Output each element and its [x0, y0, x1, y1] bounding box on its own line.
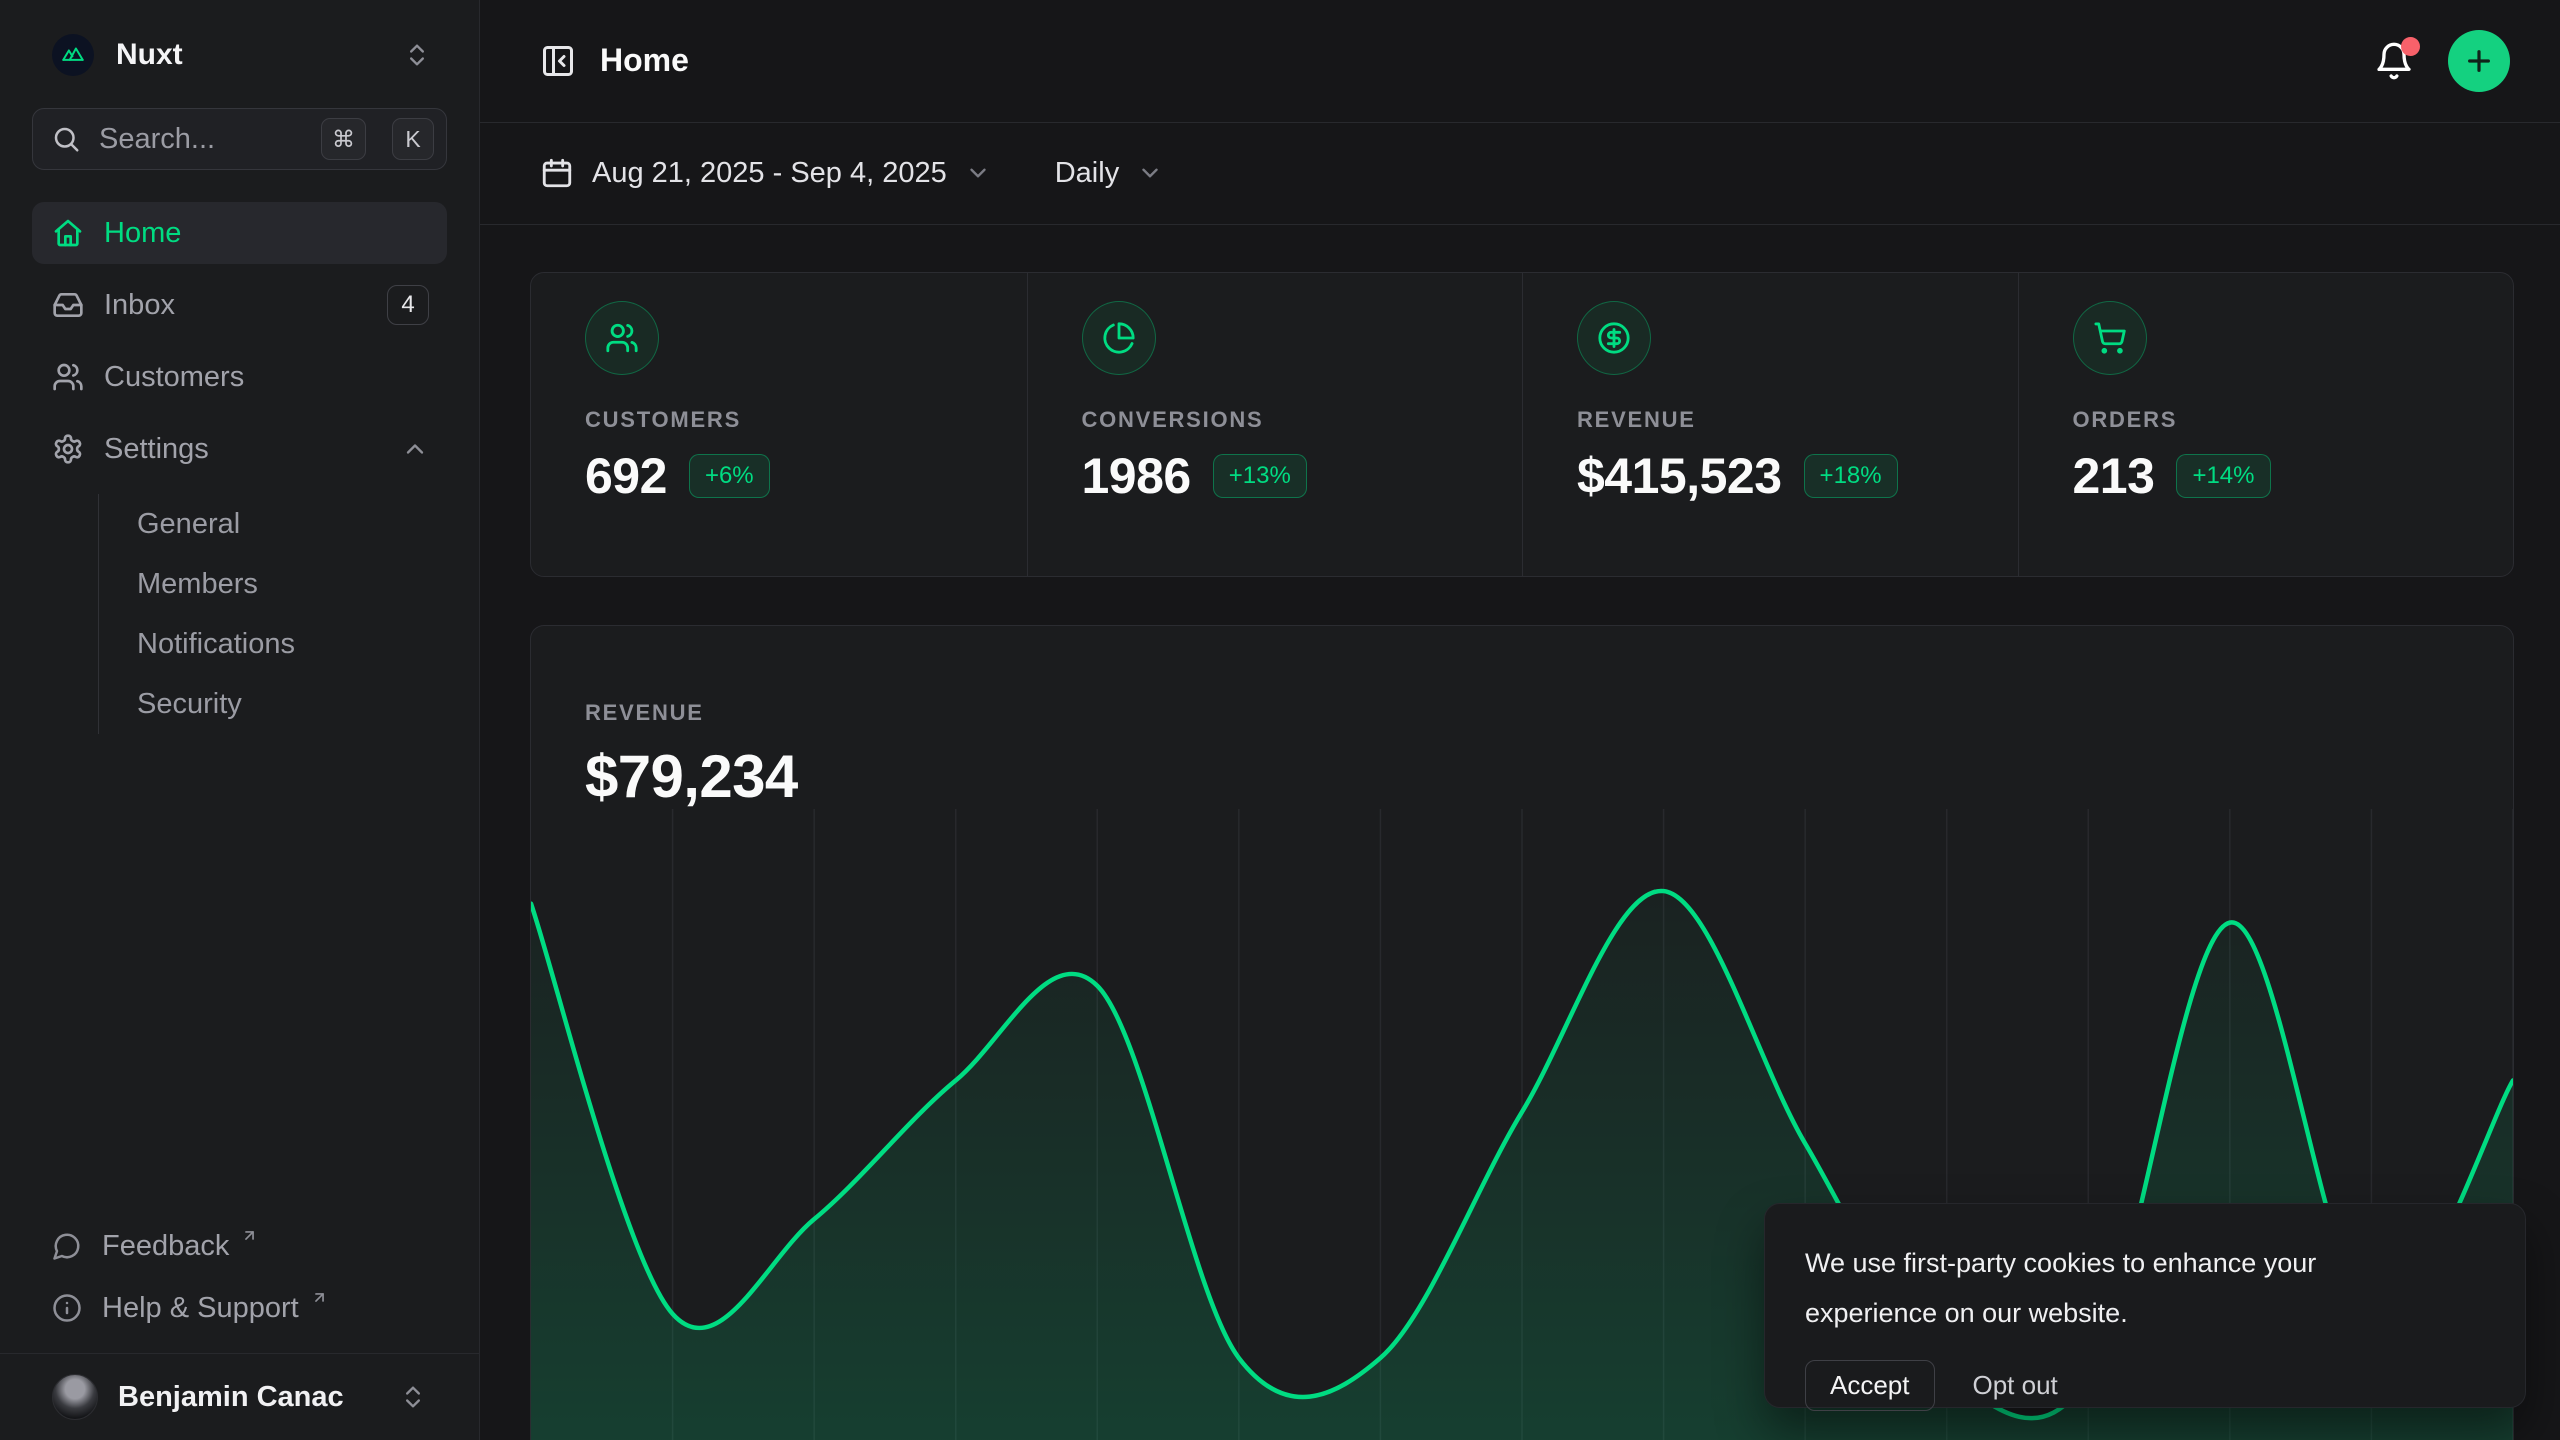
help-support-link[interactable]: Help & Support	[32, 1279, 447, 1337]
stat-value: $415,523	[1577, 447, 1782, 505]
sidebar-item-members[interactable]: Members	[99, 554, 447, 614]
revenue-label: REVENUE	[585, 700, 2513, 726]
sidebar-item-notifications[interactable]: Notifications	[99, 614, 447, 674]
workspace-name: Nuxt	[116, 38, 183, 72]
add-button[interactable]	[2448, 30, 2510, 92]
search-placeholder: Search...	[99, 123, 303, 156]
settings-subnav: General Members Notifications Security	[98, 494, 447, 734]
sidebar-footer-links: Feedback Help & Support	[0, 1217, 479, 1353]
kbd-cmd: ⌘	[321, 118, 366, 160]
dollar-circle-icon	[1577, 301, 1651, 375]
stat-delta-badge: +13%	[1213, 454, 1307, 498]
chevron-down-icon	[965, 160, 991, 186]
granularity-value: Daily	[1055, 157, 1119, 190]
panel-collapse-icon[interactable]	[540, 43, 576, 79]
stat-card-conversions: CONVERSIONS 1986 +13%	[1027, 273, 1523, 576]
cookie-banner: We use first-party cookies to enhance yo…	[1764, 1203, 2526, 1408]
pie-chart-icon	[1082, 301, 1156, 375]
chevron-down-icon	[1137, 160, 1163, 186]
stat-delta-badge: +6%	[689, 454, 770, 498]
nuxt-logo-icon	[52, 34, 94, 76]
stat-label: REVENUE	[1577, 407, 1998, 433]
notification-dot	[2401, 37, 2420, 56]
cookie-message: We use first-party cookies to enhance yo…	[1805, 1238, 2425, 1338]
avatar	[52, 1374, 98, 1420]
calendar-icon	[540, 156, 574, 190]
info-circle-icon	[52, 1293, 82, 1323]
sidebar-item-general[interactable]: General	[99, 494, 447, 554]
stat-value: 692	[585, 447, 667, 505]
chevron-up-icon	[401, 435, 429, 463]
users-icon	[585, 301, 659, 375]
sidebar-item-label: Inbox	[104, 289, 175, 322]
users-icon	[52, 361, 84, 393]
kbd-k: K	[392, 118, 434, 160]
page-title: Home	[600, 42, 689, 79]
stat-card-customers: CUSTOMERS 692 +6%	[531, 273, 1027, 576]
search-input[interactable]: Search... ⌘ K	[32, 108, 447, 170]
user-name: Benjamin Canac	[118, 1381, 344, 1414]
workspace-switcher[interactable]: Nuxt	[32, 26, 447, 84]
inbox-icon	[52, 289, 84, 321]
user-menu[interactable]: Benjamin Canac	[0, 1354, 479, 1440]
chat-bubble-icon	[52, 1231, 82, 1261]
external-link-icon	[241, 1227, 258, 1244]
stat-delta-badge: +18%	[1804, 454, 1898, 498]
sidebar-item-security[interactable]: Security	[99, 674, 447, 734]
sidebar-item-label: Settings	[104, 433, 209, 466]
external-link-icon	[311, 1289, 328, 1306]
cookie-accept-button[interactable]: Accept	[1805, 1360, 1935, 1411]
gear-icon	[52, 433, 84, 465]
feedback-label: Feedback	[102, 1230, 229, 1263]
stat-value: 1986	[1082, 447, 1191, 505]
home-icon	[52, 217, 84, 249]
plus-icon	[2463, 45, 2495, 77]
page-header: Home	[480, 0, 2560, 123]
chevron-up-down-icon	[403, 41, 431, 69]
sidebar-item-settings[interactable]: Settings	[32, 418, 447, 480]
stat-delta-badge: +14%	[2176, 454, 2270, 498]
cookie-optout-button[interactable]: Opt out	[1973, 1370, 2058, 1401]
stat-value: 213	[2073, 447, 2155, 505]
date-range-picker[interactable]: Aug 21, 2025 - Sep 4, 2025	[540, 156, 991, 190]
stat-card-orders: ORDERS 213 +14%	[2018, 273, 2514, 576]
inbox-count-badge: 4	[387, 285, 429, 325]
chevron-up-down-icon	[399, 1383, 427, 1411]
sidebar-item-inbox[interactable]: Inbox 4	[32, 274, 447, 336]
app-root: Nuxt Search... ⌘ K Home	[0, 0, 2560, 1440]
help-support-label: Help & Support	[102, 1292, 299, 1325]
sidebar-item-label: Customers	[104, 361, 244, 394]
sidebar: Nuxt Search... ⌘ K Home	[0, 0, 480, 1440]
date-range-value: Aug 21, 2025 - Sep 4, 2025	[592, 157, 947, 190]
sidebar-item-customers[interactable]: Customers	[32, 346, 447, 408]
stats-row: CUSTOMERS 692 +6% CONVERSIONS 1986 +13%	[530, 272, 2514, 577]
shopping-cart-icon	[2073, 301, 2147, 375]
revenue-total: $79,234	[585, 742, 2513, 811]
stat-label: CUSTOMERS	[585, 407, 1007, 433]
toolbar: Aug 21, 2025 - Sep 4, 2025 Daily	[480, 123, 2560, 225]
notifications-button[interactable]	[2374, 41, 2414, 81]
stat-label: CONVERSIONS	[1082, 407, 1503, 433]
stat-card-revenue: REVENUE $415,523 +18%	[1522, 273, 2018, 576]
sidebar-nav: Home Inbox 4 Customers Sett	[0, 188, 479, 734]
stat-label: ORDERS	[2073, 407, 2494, 433]
feedback-link[interactable]: Feedback	[32, 1217, 447, 1275]
granularity-select[interactable]: Daily	[1055, 157, 1163, 190]
sidebar-item-label: Home	[104, 217, 181, 250]
search-icon	[51, 124, 81, 154]
sidebar-item-home[interactable]: Home	[32, 202, 447, 264]
